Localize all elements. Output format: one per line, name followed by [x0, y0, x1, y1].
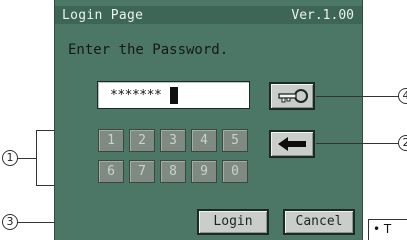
key-button[interactable] [269, 82, 315, 110]
version-label: Ver.1.00 [291, 8, 354, 23]
numpad-key-3[interactable]: 3 [160, 129, 186, 152]
numpad-key-5[interactable]: 5 [222, 129, 248, 152]
numpad: 1 2 3 4 5 6 7 8 9 0 [98, 129, 251, 185]
callout-1-line [18, 158, 36, 159]
numpad-key-6[interactable]: 6 [98, 160, 124, 183]
numpad-key-1[interactable]: 1 [98, 129, 124, 152]
callout-2-line [316, 143, 400, 144]
numpad-key-9[interactable]: 9 [191, 160, 217, 183]
login-panel: Login Page Ver.1.00 Enter the Password. … [54, 0, 363, 240]
callout-4-line [316, 96, 400, 97]
numpad-key-8[interactable]: 8 [160, 160, 186, 183]
note-text: • T [373, 222, 392, 236]
callout-2: 2 [398, 135, 407, 151]
password-field[interactable]: ******* [97, 81, 250, 109]
password-value: ******* [110, 88, 162, 103]
password-prompt: Enter the Password. [68, 42, 229, 58]
window-title: Login Page [62, 8, 144, 23]
callout-3: 3 [2, 214, 18, 230]
cancel-button[interactable]: Cancel [283, 209, 355, 235]
numpad-key-7[interactable]: 7 [129, 160, 155, 183]
arrow-left-icon [278, 137, 306, 151]
key-icon [278, 89, 308, 103]
backspace-button[interactable] [269, 130, 315, 158]
numpad-key-4[interactable]: 4 [191, 129, 217, 152]
text-caret [170, 87, 178, 104]
numpad-key-0[interactable]: 0 [222, 160, 248, 183]
callout-1: 1 [2, 150, 18, 166]
callout-4: 4 [398, 88, 407, 104]
callout-1-bracket [36, 130, 37, 186]
numpad-key-2[interactable]: 2 [129, 129, 155, 152]
login-button[interactable]: Login [197, 209, 269, 235]
note-box: • T [368, 219, 407, 240]
